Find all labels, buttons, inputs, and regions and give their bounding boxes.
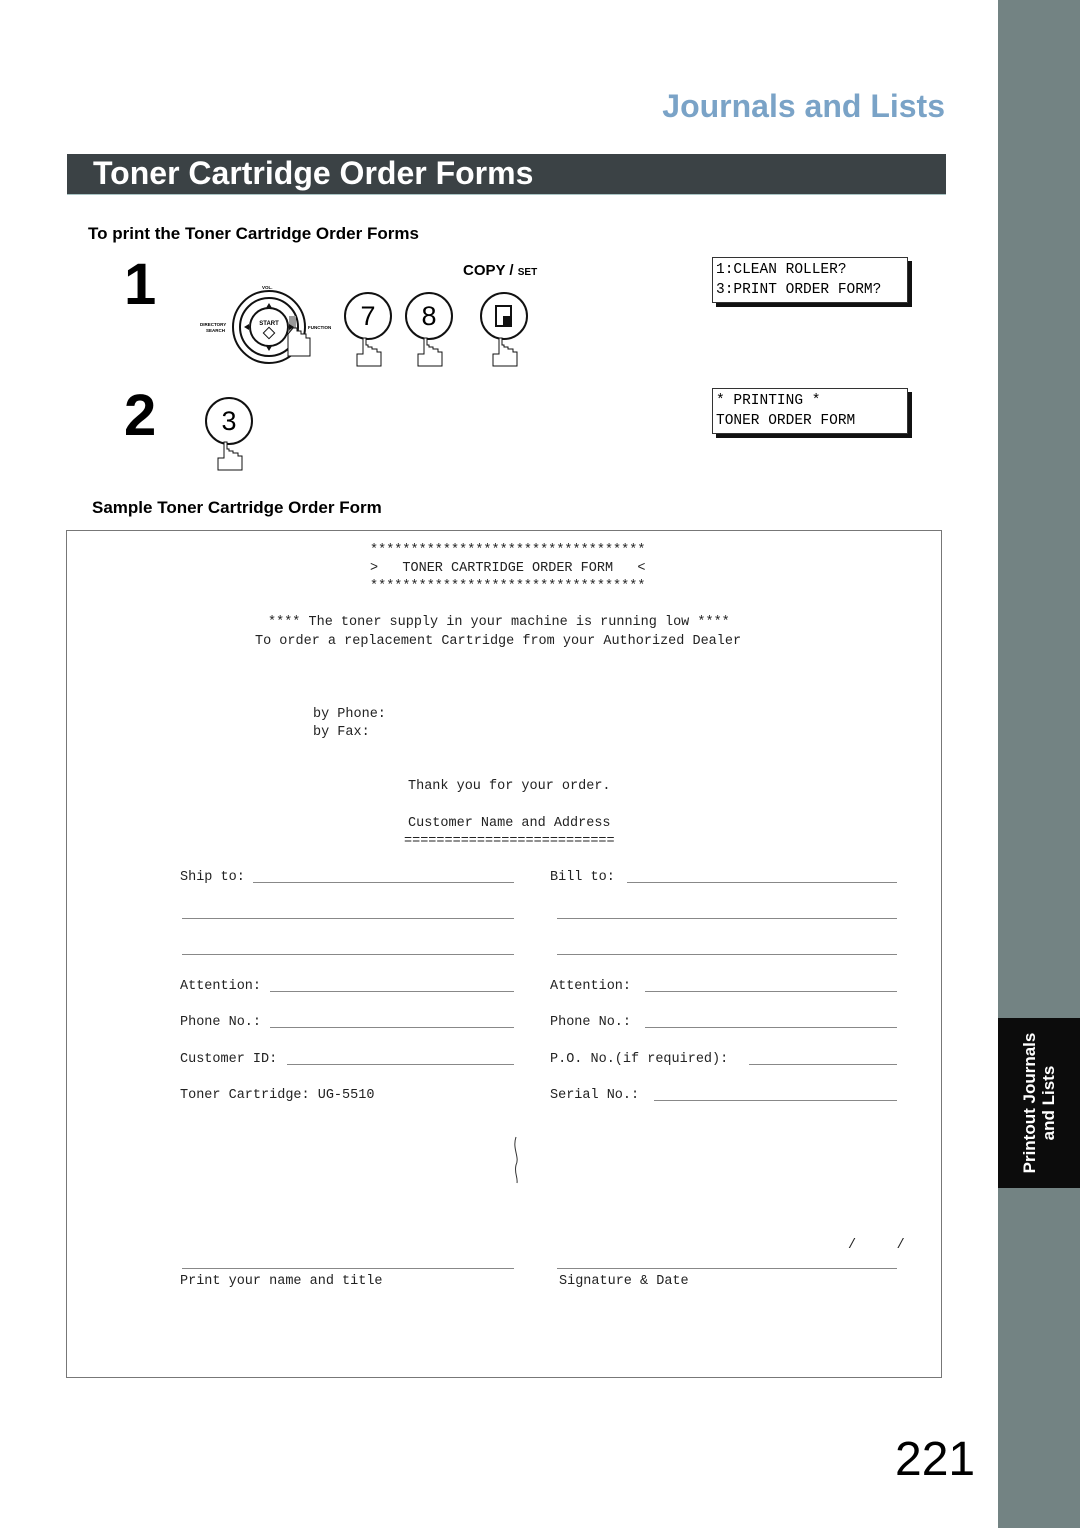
form-stars-top: ********************************** bbox=[370, 543, 646, 558]
lcd-line: 3:PRINT ORDER FORM? bbox=[716, 282, 882, 298]
attention-label-left: Attention: bbox=[180, 979, 262, 994]
bill-to-line-3[interactable] bbox=[557, 954, 897, 955]
ship-to-label: Ship to: bbox=[180, 870, 245, 885]
chapter-tab-line2: and Lists bbox=[1039, 1065, 1058, 1141]
notice-line-1: **** The toner supply in your machine is… bbox=[268, 615, 730, 630]
po-number-line[interactable] bbox=[749, 1064, 897, 1065]
customer-heading: Customer Name and Address bbox=[408, 816, 611, 831]
copy-set-label: COPY / SET bbox=[463, 262, 537, 279]
page-title-bar: Toner Cartridge Order Forms bbox=[67, 154, 946, 195]
section-title: Journals and Lists bbox=[662, 88, 945, 124]
sample-heading: Sample Toner Cartridge Order Form bbox=[92, 498, 382, 517]
ship-to-line-3[interactable] bbox=[182, 954, 514, 955]
copy-document-icon bbox=[495, 305, 512, 327]
svg-text:FUNCTION: FUNCTION bbox=[308, 325, 331, 330]
bill-to-label: Bill to: bbox=[550, 870, 615, 885]
date-slashes: / / bbox=[848, 1238, 905, 1253]
customer-id-line[interactable] bbox=[287, 1064, 514, 1065]
phone-label-right: Phone No.: bbox=[550, 1015, 632, 1030]
customer-id-label: Customer ID: bbox=[180, 1052, 278, 1067]
by-fax-label: by Fax: bbox=[313, 725, 370, 740]
lcd-line: 1:CLEAN ROLLER? bbox=[716, 262, 847, 278]
svg-text:START: START bbox=[259, 321, 279, 327]
print-name-line[interactable] bbox=[182, 1268, 514, 1269]
finger-press-icon bbox=[356, 337, 382, 367]
phone-label-left: Phone No.: bbox=[180, 1015, 262, 1030]
page-number: 221 bbox=[895, 1433, 976, 1486]
signature-label: Signature & Date bbox=[559, 1274, 689, 1289]
copy-label-main: COPY / bbox=[463, 262, 514, 279]
lcd-line: TONER ORDER FORM bbox=[716, 413, 856, 429]
lcd-display-step-2: * PRINTING * TONER ORDER FORM bbox=[712, 388, 908, 434]
svg-text:DIRECTORY: DIRECTORY bbox=[200, 322, 226, 327]
step-1-number: 1 bbox=[124, 252, 157, 317]
serial-number-line[interactable] bbox=[654, 1100, 897, 1101]
bill-to-line-2[interactable] bbox=[557, 918, 897, 919]
attention-line-left[interactable] bbox=[270, 991, 514, 992]
navigation-pad-icon[interactable]: START VOL. DIRECTORY SEARCH FUNCTION bbox=[198, 282, 338, 372]
ship-to-line[interactable] bbox=[253, 882, 514, 883]
key-7-button[interactable]: 7 bbox=[344, 292, 392, 340]
form-stars-bottom: ********************************** bbox=[370, 579, 646, 594]
lcd-line: * PRINTING * bbox=[716, 393, 821, 409]
by-phone-label: by Phone: bbox=[313, 707, 386, 722]
page-title: Toner Cartridge Order Forms bbox=[93, 155, 534, 191]
form-title: > TONER CARTRIDGE ORDER FORM < bbox=[370, 561, 646, 576]
chapter-tab-line1: Printout Journals bbox=[1020, 1032, 1039, 1174]
key-8-button[interactable]: 8 bbox=[405, 292, 453, 340]
bill-to-line[interactable] bbox=[627, 882, 897, 883]
serial-number-label: Serial No.: bbox=[550, 1088, 640, 1103]
signature-line[interactable] bbox=[557, 1268, 897, 1269]
customer-rule: ========================== bbox=[404, 834, 615, 849]
instructions-heading: To print the Toner Cartridge Order Forms bbox=[88, 224, 419, 243]
chapter-tab[interactable]: Printout Journals and Lists bbox=[998, 1018, 1080, 1188]
side-strip bbox=[998, 0, 1080, 1528]
chapter-tab-label: Printout Journals and Lists bbox=[998, 1018, 1080, 1188]
attention-label-right: Attention: bbox=[550, 979, 632, 994]
step-2-number: 2 bbox=[124, 383, 157, 448]
finger-press-icon bbox=[417, 337, 443, 367]
lcd-display-step-1: 1:CLEAN ROLLER? 3:PRINT ORDER FORM? bbox=[712, 257, 908, 303]
copy-label-small: SET bbox=[517, 267, 538, 278]
page-break-mark-icon bbox=[514, 1136, 518, 1184]
svg-text:VOL.: VOL. bbox=[262, 285, 273, 290]
ship-to-line-2[interactable] bbox=[182, 918, 514, 919]
finger-press-icon bbox=[217, 441, 243, 471]
notice-line-2: To order a replacement Cartridge from yo… bbox=[255, 634, 742, 649]
phone-line-right[interactable] bbox=[645, 1027, 897, 1028]
svg-text:SEARCH: SEARCH bbox=[206, 328, 225, 333]
copy-set-button[interactable] bbox=[480, 292, 528, 340]
key-3-button[interactable]: 3 bbox=[205, 397, 253, 445]
print-name-label: Print your name and title bbox=[180, 1274, 383, 1289]
toner-cartridge-label: Toner Cartridge: UG-5510 bbox=[180, 1088, 375, 1103]
thank-you-text: Thank you for your order. bbox=[408, 779, 611, 794]
finger-press-icon bbox=[492, 337, 518, 367]
attention-line-right[interactable] bbox=[645, 991, 897, 992]
phone-line-left[interactable] bbox=[270, 1027, 514, 1028]
po-number-label: P.O. No.(if required): bbox=[550, 1052, 729, 1067]
